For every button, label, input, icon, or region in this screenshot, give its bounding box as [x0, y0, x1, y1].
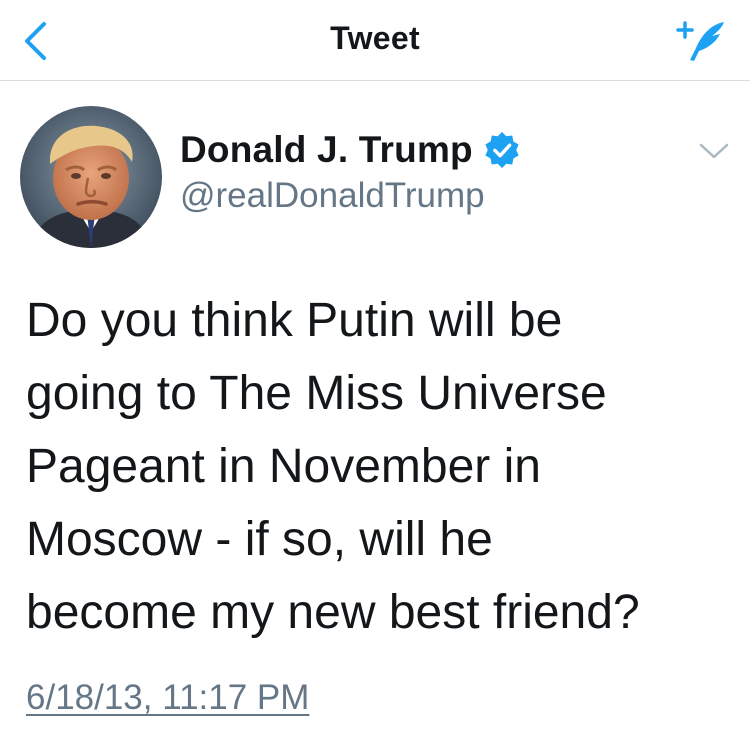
- chevron-down-icon: [699, 143, 729, 159]
- tweet-text: Do you think Putin will be going to The …: [26, 284, 736, 649]
- avatar[interactable]: [20, 106, 162, 248]
- navigation-bar: Tweet: [0, 0, 750, 81]
- verified-badge-icon: [485, 131, 519, 169]
- tweet-text-line: Pageant in November in: [26, 440, 541, 493]
- tweet-timestamp-link[interactable]: 6/18/13, 11:17 PM: [26, 678, 309, 718]
- tweet-options-button[interactable]: [697, 140, 731, 162]
- tweet-text-line: going to The Miss Universe: [26, 367, 607, 420]
- profile-photo: [20, 106, 162, 248]
- tweet-text-line: Do you think Putin will be: [26, 294, 563, 347]
- page-title: Tweet: [330, 20, 420, 56]
- author-handle[interactable]: @realDonaldTrump: [180, 176, 485, 216]
- author-name-row: Donald J. Trump: [180, 128, 521, 172]
- compose-tweet-icon: [676, 21, 724, 61]
- tweet-text-line: Moscow - if so, will he: [26, 513, 493, 566]
- tweet-text-line: become my new best friend?: [26, 586, 640, 639]
- author-display-name[interactable]: Donald J. Trump: [180, 129, 473, 171]
- compose-tweet-button[interactable]: [672, 12, 736, 68]
